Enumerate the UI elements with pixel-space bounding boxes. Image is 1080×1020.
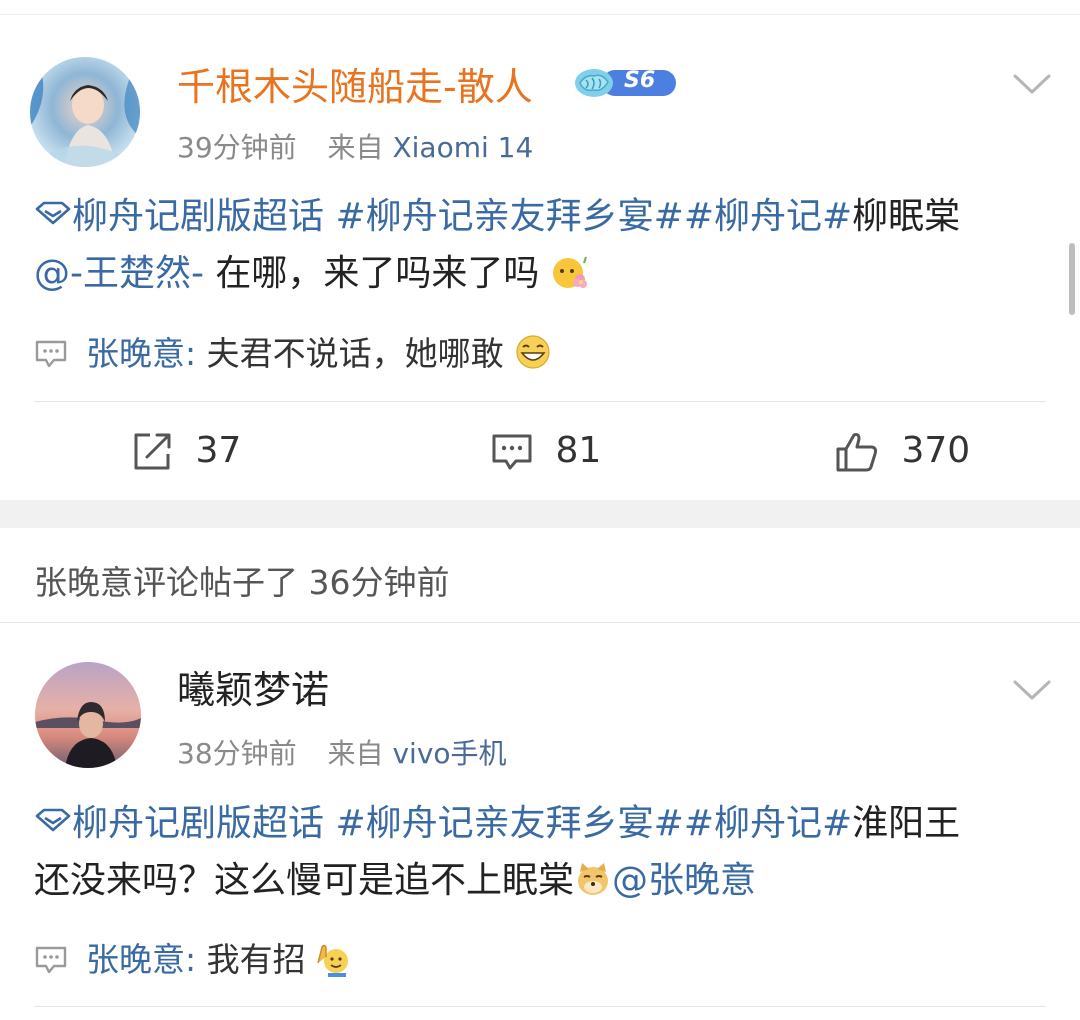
post-text: 淮阳王 [852, 803, 961, 844]
waving-emoji-icon [317, 944, 349, 977]
avatar[interactable] [30, 57, 140, 167]
thumbs-up-icon [836, 433, 878, 472]
divider [34, 1006, 1046, 1007]
diamond-icon [35, 201, 71, 225]
comment-button[interactable]: 81 [490, 430, 601, 474]
post-body: 柳舟记剧版超话 #柳舟记亲友拜乡宴##柳舟记#柳眠棠 @-王楚然- 在哪，来了吗… [34, 188, 1054, 302]
post-source[interactable]: Xiaomi 14 [392, 131, 533, 164]
comment-author[interactable]: 张晚意 [86, 334, 185, 373]
comment-separator: : [185, 940, 207, 979]
scrollbar[interactable] [1069, 243, 1075, 315]
doge-emoji-icon [578, 863, 609, 895]
topic-label: 柳舟记剧版超话 [72, 196, 325, 237]
hashtag-link[interactable]: #柳舟记亲友拜乡宴# [335, 196, 683, 237]
avatar[interactable] [35, 662, 141, 768]
post-text: 柳眠棠 [852, 196, 961, 237]
like-count: 370 [901, 430, 971, 471]
author-name[interactable]: 千根木头随船走-散人 [177, 62, 533, 112]
comment-count: 81 [555, 430, 602, 471]
comment-text: 夫君不说话，她哪敢 [206, 334, 504, 373]
flower-face-emoji-icon [552, 256, 587, 288]
comment-bubble-icon [35, 340, 67, 368]
featured-comment[interactable]: 张晚意: 夫君不说话，她哪敢 [34, 327, 552, 375]
post-text: 在哪，来了吗来了吗 [203, 253, 540, 294]
level-badge[interactable]: S6 [572, 66, 678, 100]
activity-header: 张晚意评论帖子了 36分钟前 [34, 563, 450, 602]
from-label: 来自 [327, 131, 384, 164]
mention-link[interactable]: @张晚意 [612, 860, 756, 901]
chevron-down-icon [1013, 680, 1051, 700]
comment-bubble-icon [492, 434, 532, 470]
topic-label: 柳舟记剧版超话 [72, 803, 325, 844]
post-text: 还没来吗？这么慢可是追不上眠棠 [34, 860, 575, 901]
topic-link[interactable]: 柳舟记剧版超话 [34, 196, 324, 237]
author-name[interactable]: 曦颖梦诺 [177, 665, 329, 715]
post-meta: 39分钟前 来自 Xiaomi 14 [177, 126, 533, 166]
hashtag-link[interactable]: #柳舟记亲友拜乡宴# [335, 803, 683, 844]
divider [34, 401, 1046, 402]
post-time: 39分钟前 [177, 131, 297, 164]
avatar-image [35, 662, 141, 768]
post-body: 柳舟记剧版超话 #柳舟记亲友拜乡宴##柳舟记#淮阳王 还没来吗？这么慢可是追不上… [34, 795, 1054, 909]
post-meta: 38分钟前 来自 vivo手机 [177, 732, 507, 772]
post-time: 38分钟前 [177, 737, 297, 770]
comment-text: 我有招 [206, 940, 306, 979]
from-label: 来自 [327, 737, 384, 770]
divider [0, 622, 1080, 623]
grin-emoji-icon [516, 335, 550, 369]
post-source[interactable]: vivo手机 [392, 737, 506, 770]
comment-separator: : [185, 334, 207, 373]
comment-author[interactable]: 张晚意 [86, 940, 185, 979]
post-menu-button[interactable] [1012, 64, 1052, 104]
repost-icon [134, 433, 171, 470]
chevron-down-icon [1013, 74, 1051, 94]
repost-count: 37 [195, 430, 242, 471]
feed-separator [0, 500, 1080, 528]
avatar-image [30, 57, 140, 167]
post-menu-button[interactable] [1012, 670, 1052, 710]
featured-comment[interactable]: 张晚意: 我有招 [34, 933, 354, 981]
like-button[interactable]: 370 [834, 430, 970, 474]
previous-post-edge [0, 0, 1080, 15]
hashtag-link[interactable]: #柳舟记# [684, 803, 852, 844]
topic-link[interactable]: 柳舟记剧版超话 [34, 803, 324, 844]
mention-link[interactable]: @-王楚然- [34, 253, 204, 294]
repost-button[interactable]: 37 [130, 430, 241, 474]
level-badge-label: S6 [624, 68, 656, 93]
hashtag-link[interactable]: #柳舟记# [684, 196, 852, 237]
comment-bubble-icon [35, 946, 67, 974]
diamond-icon [35, 808, 71, 832]
